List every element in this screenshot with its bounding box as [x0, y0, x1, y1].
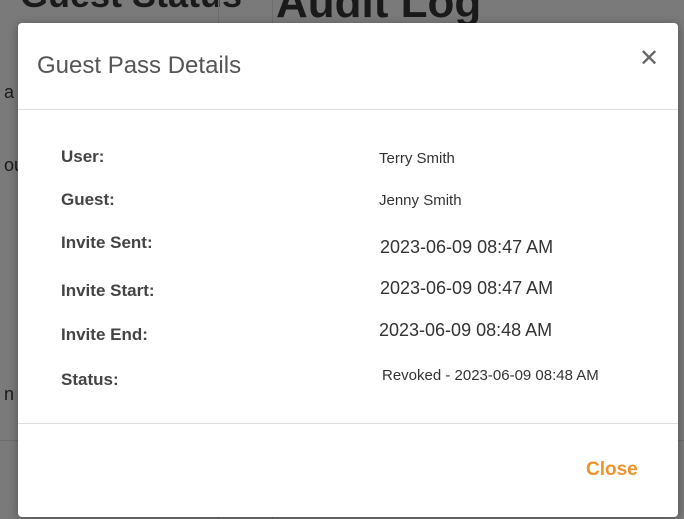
close-button[interactable]: Close: [586, 459, 638, 481]
user-label: User:: [61, 147, 105, 166]
guest-pass-details-modal: Guest Pass Details ✕ User: Terry Smith G…: [18, 23, 678, 517]
guest-label: Guest:: [61, 190, 115, 209]
invite-start-label: Invite Start:: [61, 281, 155, 300]
invite-end-value: 2023-06-09 08:48 AM: [379, 320, 553, 340]
background-text-fragment: a: [4, 82, 15, 102]
close-icon[interactable]: ✕: [638, 47, 660, 71]
background-heading-left: Guest Status: [20, 0, 242, 16]
modal-title: Guest Pass Details: [37, 52, 242, 79]
guest-value: Jenny Smith: [379, 192, 462, 209]
invite-start-value: 2023-06-09 08:47 AM: [380, 278, 554, 298]
status-label: Status:: [61, 370, 119, 389]
modal-footer-divider: [18, 423, 678, 424]
status-value: Revoked - 2023-06-09 08:48 AM: [382, 367, 599, 384]
user-value: Terry Smith: [379, 150, 455, 167]
modal-header: Guest Pass Details ✕: [18, 23, 678, 110]
invite-sent-value: 2023-06-09 08:47 AM: [380, 237, 554, 257]
background-text-fragment: n: [4, 384, 15, 404]
invite-end-label: Invite End:: [61, 325, 148, 344]
invite-sent-label: Invite Sent:: [61, 233, 153, 252]
